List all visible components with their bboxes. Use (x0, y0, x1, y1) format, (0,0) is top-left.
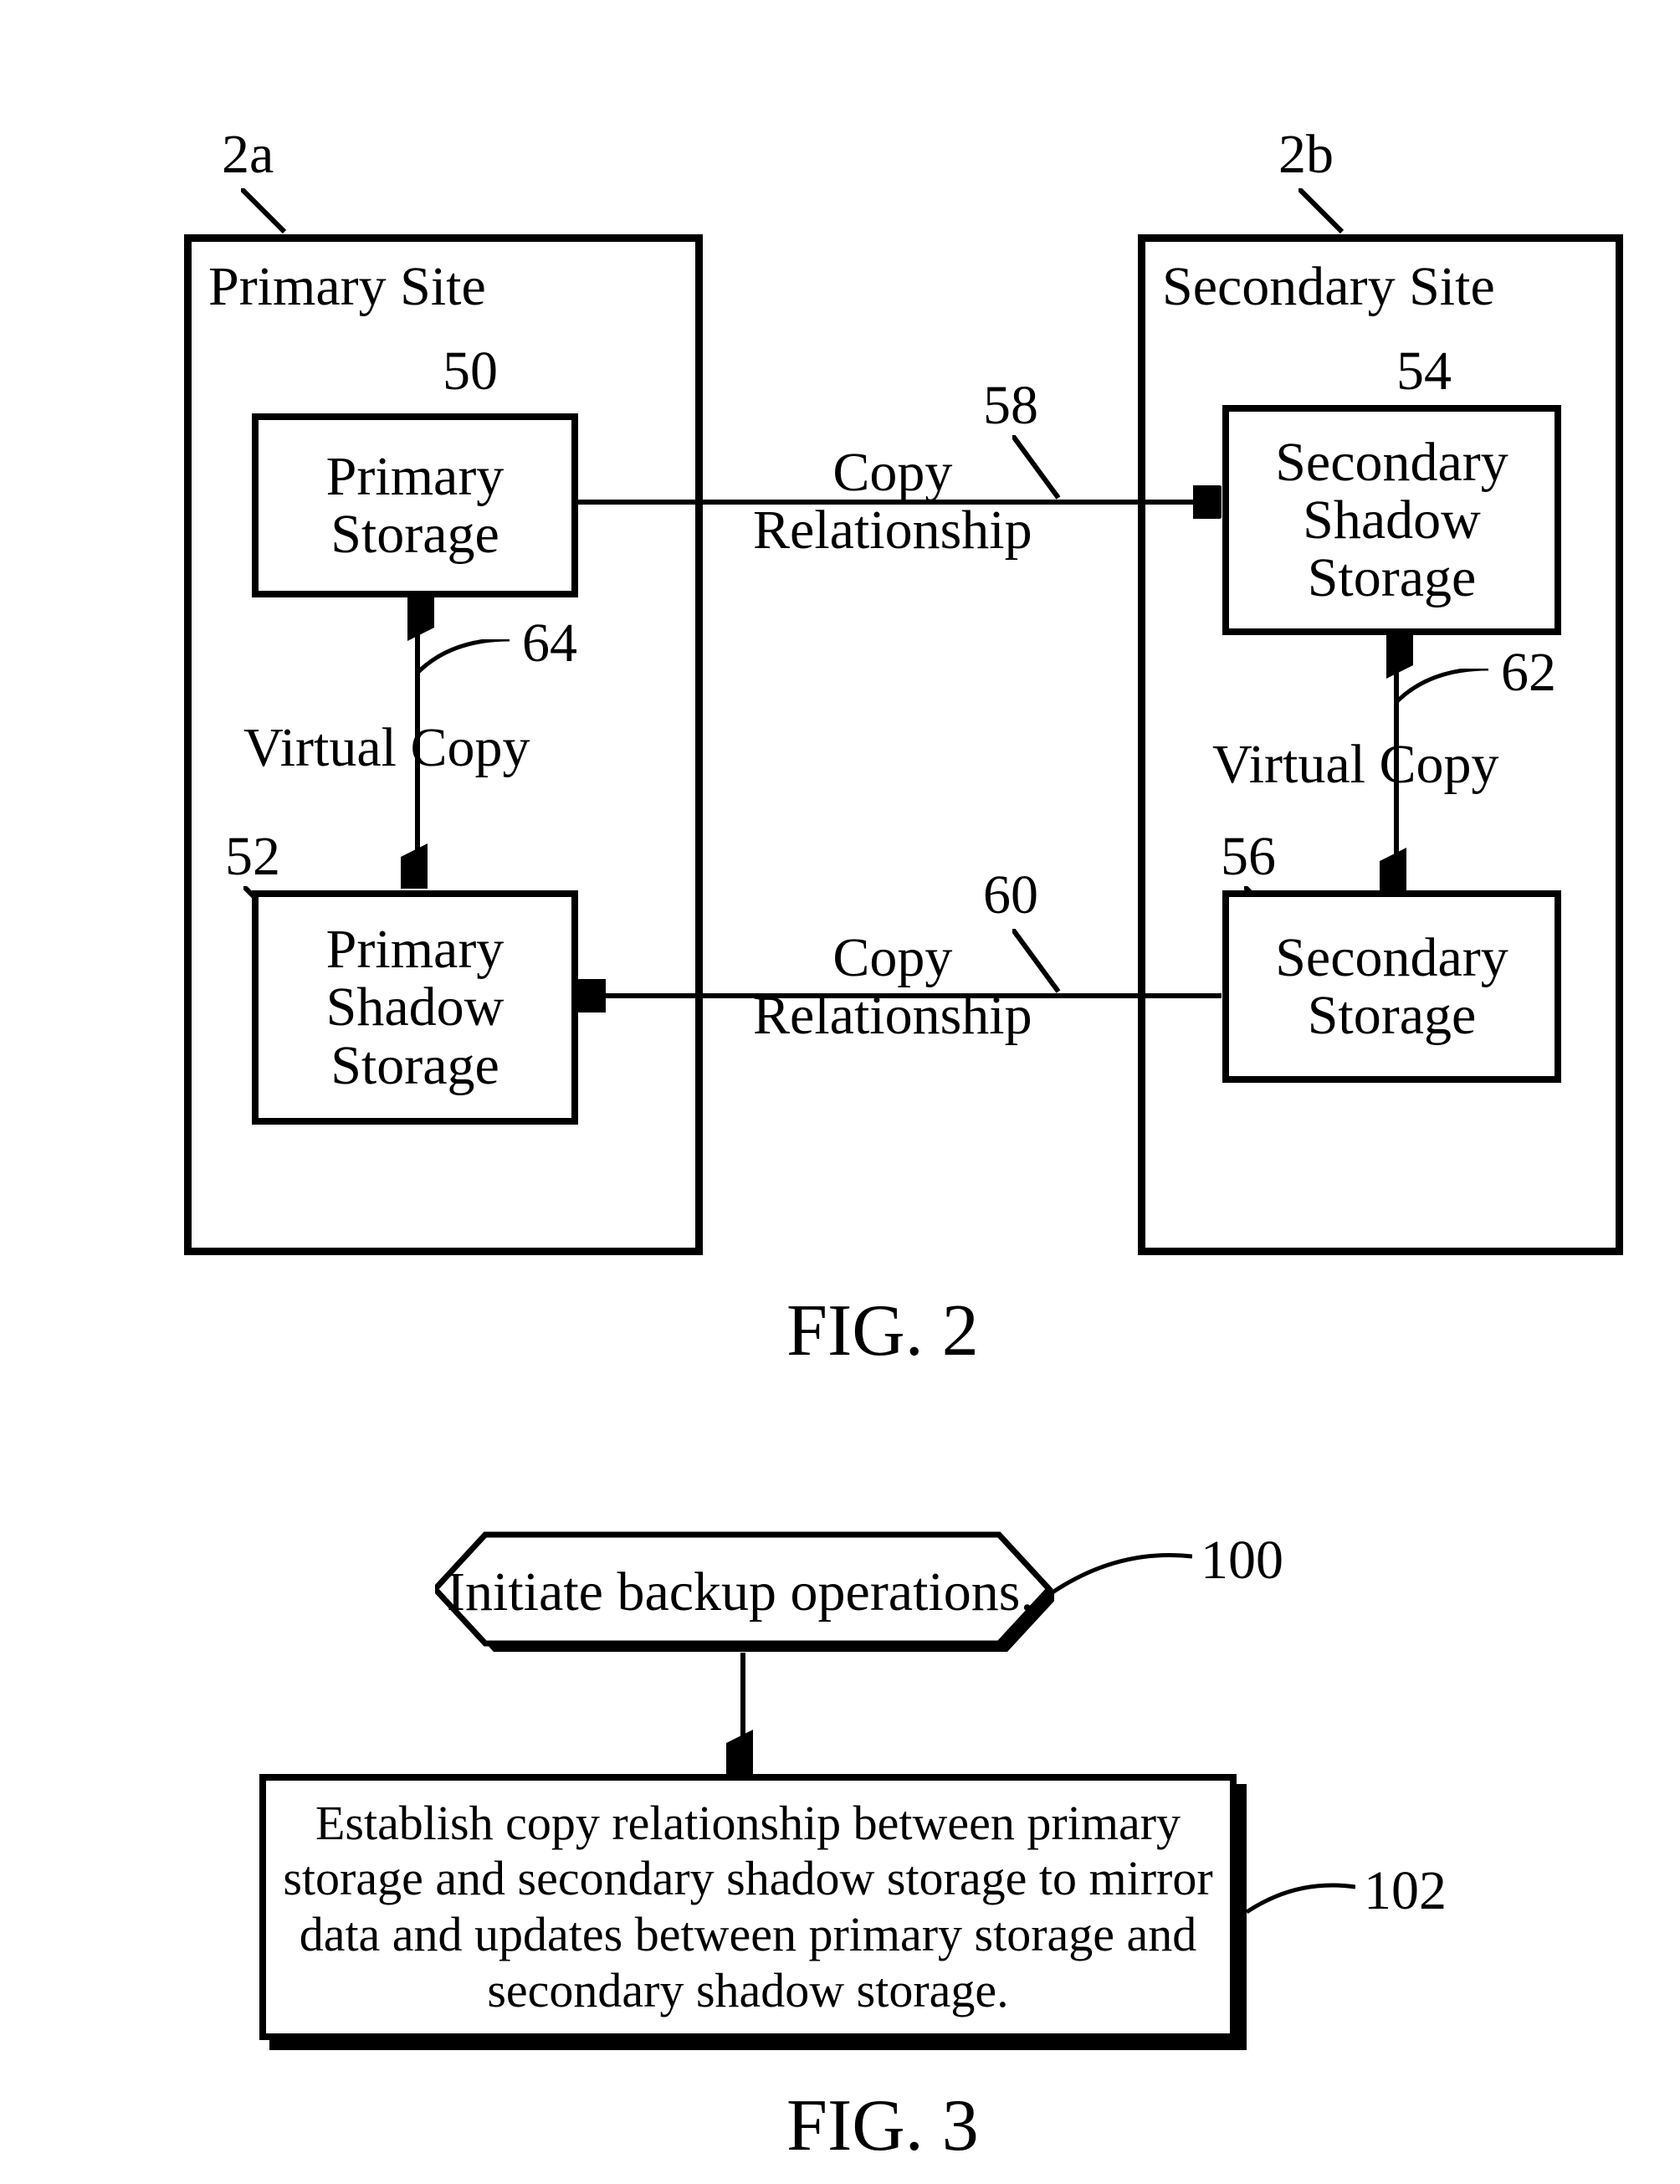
step-100: Initiate backup operations. (435, 1531, 1054, 1657)
tick-62 (1396, 669, 1497, 719)
vcopy-label-left: Virtual Copy (243, 719, 530, 777)
tick-2b (1298, 188, 1349, 238)
primary-site-title: Primary Site (208, 255, 486, 319)
copy-rel-bot-label: Copy Relationship (753, 929, 1032, 1045)
secondary-storage: Secondary Storage (1222, 890, 1561, 1083)
ref-50: 50 (443, 342, 498, 400)
step-102: Establish copy relationship between prim… (259, 1774, 1247, 2050)
primary-storage-label: Primary Storage (326, 448, 505, 564)
ref-54: 54 (1396, 342, 1452, 400)
secondary-storage-label: Secondary Storage (1275, 929, 1508, 1045)
ref-56: 56 (1221, 828, 1276, 885)
step-100-label: Initiate backup operations. (435, 1563, 1046, 1621)
tick-64 (417, 639, 518, 690)
ref-2b: 2b (1278, 126, 1334, 183)
ref-2a: 2a (222, 126, 274, 183)
primary-storage: Primary Storage (252, 413, 578, 597)
copy-rel-top-label: Copy Relationship (753, 443, 1032, 560)
page: 2a 2b Primary Site 50 Primary Storage (0, 0, 1680, 2184)
ref-58: 58 (983, 377, 1038, 434)
arrow-100-102 (726, 1653, 760, 1778)
tick-102 (1247, 1879, 1355, 1929)
ref-64: 64 (522, 614, 577, 672)
tick-60 (1012, 929, 1079, 996)
primary-shadow-storage-label: Primary Shadow Storage (326, 920, 505, 1095)
secondary-shadow-storage-label: Secondary Shadow Storage (1275, 433, 1508, 608)
ref-100: 100 (1201, 1531, 1283, 1589)
tick-2a (241, 188, 291, 238)
primary-shadow-storage: Primary Shadow Storage (252, 890, 578, 1125)
tick-100 (1050, 1548, 1192, 1607)
ref-62: 62 (1501, 643, 1556, 701)
fig3-caption: FIG. 3 (786, 2084, 979, 2168)
secondary-site-title: Secondary Site (1162, 255, 1495, 319)
ref-60: 60 (983, 866, 1038, 924)
primary-site: Primary Site 50 Primary Storage (184, 234, 703, 1255)
secondary-shadow-storage: Secondary Shadow Storage (1222, 405, 1561, 635)
ref-102: 102 (1364, 1862, 1447, 1920)
ref-52: 52 (225, 828, 280, 885)
tick-58 (1012, 435, 1079, 502)
fig2-caption: FIG. 2 (786, 1289, 979, 1373)
step-102-label: Establish copy relationship between prim… (283, 1796, 1212, 2019)
vcopy-label-right: Virtual Copy (1212, 736, 1499, 793)
secondary-site: Secondary Site 54 Secondary Shadow Stora… (1138, 234, 1623, 1255)
